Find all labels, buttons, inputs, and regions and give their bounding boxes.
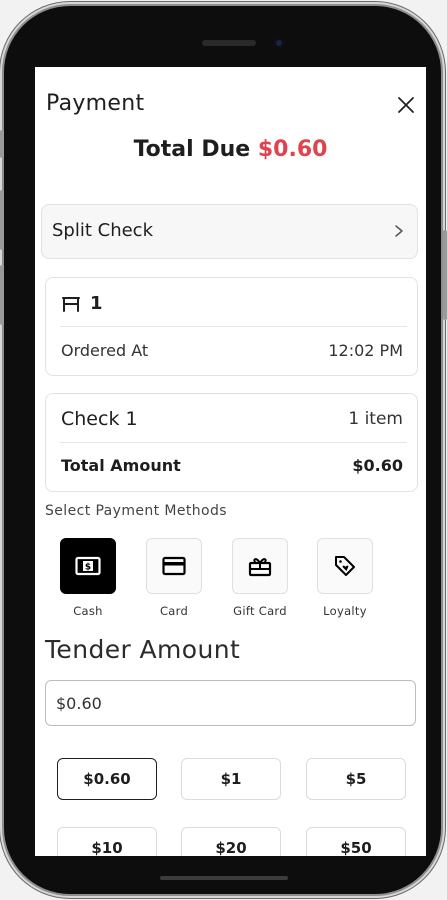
page-title: Payment [46,91,145,116]
table-info-card: 1 Ordered At 12:02 PM [45,277,418,376]
payment-method-label: Gift Card [233,604,287,618]
total-amount-value: $0.60 [352,456,403,475]
phone-speaker [202,40,256,46]
close-icon[interactable] [395,94,417,116]
total-due: Total Due $0.60 [35,137,426,162]
payment-screen: Payment Total Due $0.60 Split Check 1 Or… [35,67,426,856]
quick-amount-button[interactable]: $5 [306,758,406,800]
payment-method-label: Loyalty [323,604,367,618]
phone-camera [274,38,284,48]
divider [60,326,407,327]
payment-method-cash[interactable]: $ Cash [48,538,128,618]
quick-amount-button[interactable]: $20 [181,827,281,856]
payment-method-loyalty-tile [317,538,373,594]
quick-amount-button[interactable]: $50 [306,827,406,856]
payment-methods-label: Select Payment Methods [45,503,227,519]
cash-icon: $ [75,556,101,576]
check-summary-card: Check 1 1 item Total Amount $0.60 [45,393,418,492]
split-check-label: Split Check [52,220,154,241]
total-amount-label: Total Amount [61,456,181,475]
payment-method-loyalty[interactable]: Loyalty [305,538,385,618]
table-icon [62,297,80,312]
quick-amount-button[interactable]: $0.60 [57,758,157,800]
home-indicator [160,876,288,880]
payment-method-gift-card-tile [232,538,288,594]
total-due-label: Total Due [133,137,251,162]
payment-method-cash-tile: $ [60,538,116,594]
payment-method-card[interactable]: Card [134,538,214,618]
check-item-count: 1 item [348,409,403,429]
divider [60,442,407,443]
phone-power-button [443,230,447,320]
quick-amount-button[interactable]: $1 [181,758,281,800]
quick-amount-button[interactable]: $10 [57,827,157,856]
payment-method-label: Card [159,604,189,618]
phone-volume-down [0,265,4,325]
tender-amount-title: Tender Amount [45,635,241,664]
total-due-amount: $0.60 [257,137,328,162]
table-number: 1 [90,293,103,314]
check-title: Check 1 [61,408,138,430]
split-check-button[interactable]: Split Check [41,204,418,259]
payment-method-gift-card[interactable]: Gift Card [220,538,300,618]
gift-card-icon [248,558,272,577]
phone-volume-up [0,190,4,250]
card-icon [162,556,186,576]
payment-method-card-tile [146,538,202,594]
svg-text:$: $ [85,563,91,573]
payment-method-label: Cash [73,604,103,618]
tender-amount-input[interactable] [45,680,416,726]
loyalty-tag-icon [335,556,355,576]
ordered-at-time: 12:02 PM [328,341,403,360]
chevron-right-icon [395,225,403,237]
phone-side-button [0,130,4,158]
ordered-at-label: Ordered At [61,341,149,360]
